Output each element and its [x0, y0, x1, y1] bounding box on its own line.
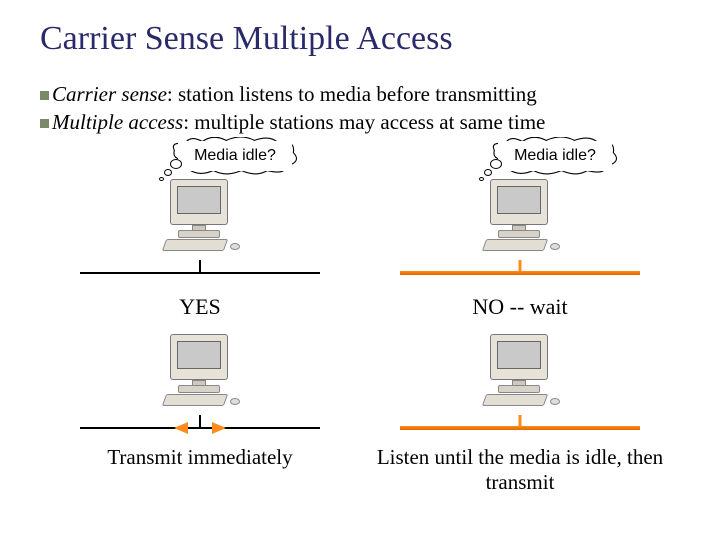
arrow-left-icon — [174, 422, 188, 434]
arrow-right-icon — [212, 422, 226, 434]
media-line-idle — [40, 260, 360, 280]
media-line-busy — [360, 260, 680, 280]
answer-yes: YES — [40, 294, 360, 320]
computer-icon — [160, 179, 240, 253]
media-line-transmitting — [40, 415, 360, 435]
bullet-item: Carrier sense: station listens to media … — [40, 80, 680, 108]
thought-cloud: Media idle? — [498, 141, 612, 171]
diagram-columns: Media idle? YES Transmit immed — [40, 135, 680, 495]
column-no: Media idle? NO -- wait Listen until the … — [360, 135, 680, 495]
thought-cloud: Media idle? — [178, 141, 292, 171]
caption-transmit: Transmit immediately — [40, 445, 360, 470]
column-yes: Media idle? YES Transmit immed — [40, 135, 360, 495]
bullet-def: : station listens to media before transm… — [167, 82, 537, 106]
bullet-marker-icon — [40, 119, 49, 128]
answer-no: NO -- wait — [360, 294, 680, 320]
bullet-def: : multiple stations may access at same t… — [183, 110, 545, 134]
cloud-text: Media idle? — [514, 147, 596, 164]
bullet-term: Carrier sense — [52, 82, 167, 106]
computer-icon — [480, 179, 560, 253]
bullet-list: Carrier sense: station listens to media … — [40, 80, 680, 137]
caption-listen: Listen until the media is idle, then tra… — [360, 445, 680, 495]
bullet-item: Multiple access: multiple stations may a… — [40, 108, 680, 136]
bullet-marker-icon — [40, 91, 49, 100]
computer-icon — [480, 334, 560, 408]
media-line-busy — [360, 415, 680, 435]
slide-title: Carrier Sense Multiple Access — [40, 20, 680, 58]
cloud-text: Media idle? — [194, 147, 276, 164]
bullet-term: Multiple access — [52, 110, 183, 134]
computer-icon — [160, 334, 240, 408]
